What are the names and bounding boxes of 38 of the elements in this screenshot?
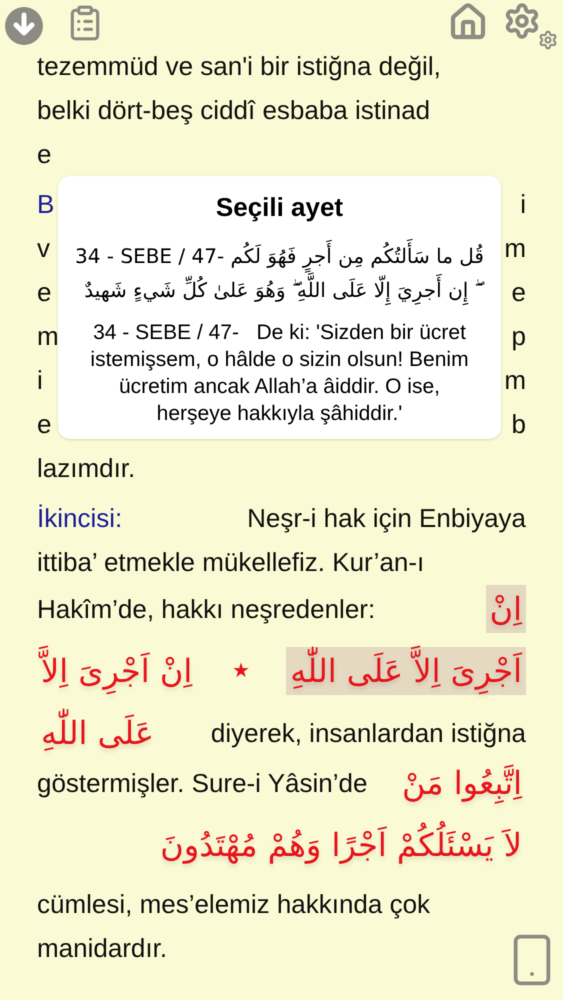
popup-title: Seçili ayet <box>216 191 344 224</box>
body-text: belki dört-beş ciddî esbaba istinad <box>37 94 430 126</box>
arabic-text: اِتَّبِعُوا مَنْ <box>401 763 524 806</box>
body-text: m <box>504 232 526 264</box>
body-text: m <box>504 364 526 396</box>
verse-text: 34 - SEBE / 47- قُل ما سَأَلتُكُم مِن أَجرٍ فَهُوَ لَكُم ۖ إِن أَجرِيَ إِلّا عَلَى اللَّهِ ۖ وَهُوَ عَلىٰ كُلِّ شَيءٍ شَهيدٌ <box>74 239 485 307</box>
body-text: e <box>37 276 52 308</box>
body-text: göstermişler. Sure-i Yâsin’de <box>37 766 368 800</box>
body-text: diyerek, insanlardan istiğna <box>210 716 526 750</box>
body-text: p <box>512 320 526 352</box>
body-text: e <box>37 138 52 170</box>
section-label: İkincisi: <box>37 502 122 534</box>
body-text: manidardır. <box>37 932 168 964</box>
home-icon[interactable] <box>448 2 488 42</box>
star-icon: ★ <box>228 656 254 686</box>
body-text: e <box>37 408 52 440</box>
body-text: ittiba’ etmekle mükellefiz. Kur’an-ı <box>37 546 424 578</box>
body-text: tezemmüd ve san'i bir istiğna değil, <box>37 50 441 82</box>
download-icon[interactable] <box>4 6 44 46</box>
body-text: Hakîm’de, hakkı neşredenler: <box>37 592 376 626</box>
body-text: i <box>37 364 43 396</box>
body-text: e <box>512 276 526 308</box>
arabic-text: اَجْرِىَ اِلاَّ عَلَى اللّٰهِ <box>286 647 526 695</box>
translation-text: 34 - SEBE / 47- De ki: 'Sizden bir ücret istemişsem, o hâlde o sizin olsun! Benim ücretim ancak Allah’a âiddir. O ise, herşeye hakkıyla şâhiddir.' <box>89 320 470 427</box>
small-gear-icon[interactable] <box>538 30 558 50</box>
arabic-text: اِنْ <box>486 585 526 633</box>
section-label: B <box>37 188 54 220</box>
arabic-text: لاَ يَسْئَلُكُمْ اَجْرًا وَهُمْ مُهْتَدُونَ <box>156 821 526 869</box>
body-text: v <box>37 232 50 264</box>
body-text: lazımdır. <box>37 452 136 484</box>
arabic-text: عَلَى اللّٰهِ <box>37 709 158 757</box>
body-text: cümlesi, mes’elemiz hakkında çok <box>37 888 430 920</box>
settings-icon[interactable] <box>503 2 541 40</box>
body-text: b <box>512 408 526 440</box>
arabic-text: اِنْ اَجْرِىَ اِلاَّ <box>37 647 196 695</box>
body-text: i <box>520 188 526 220</box>
body-text: Neşr-i hak için Enbiyaya <box>247 502 526 534</box>
body-text: m <box>37 320 59 352</box>
